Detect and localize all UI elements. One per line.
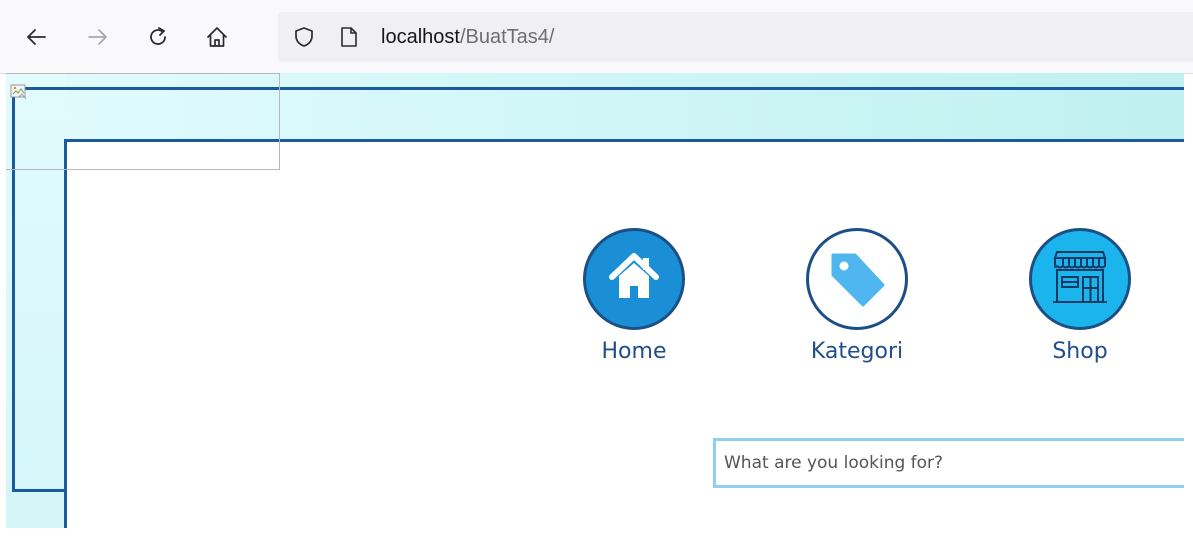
- nav-kategori-label[interactable]: Kategori: [811, 338, 903, 366]
- nav-kategori-circle[interactable]: [806, 228, 908, 330]
- nav-shop[interactable]: Shop: [1020, 228, 1140, 366]
- forward-arrow-icon[interactable]: [83, 22, 113, 52]
- url-path: /BuatTas4/: [459, 26, 555, 48]
- nav-kategori[interactable]: Kategori: [797, 228, 917, 366]
- reload-icon[interactable]: [143, 22, 173, 52]
- search-input[interactable]: [713, 438, 1184, 488]
- storefront-icon: [1047, 244, 1113, 314]
- nav-home[interactable]: Home: [574, 228, 694, 366]
- tag-icon: [821, 241, 893, 317]
- url-text[interactable]: localhost/BuatTas4/: [381, 22, 554, 52]
- home-icon[interactable]: [202, 22, 232, 52]
- nav-shop-label[interactable]: Shop: [1052, 338, 1107, 366]
- frame-line-outer-bottom: [12, 489, 66, 492]
- browser-toolbar: localhost/BuatTas4/: [0, 0, 1193, 74]
- house-icon: [606, 249, 662, 309]
- shield-icon[interactable]: [289, 22, 319, 52]
- nav-shop-circle[interactable]: [1029, 228, 1131, 330]
- broken-image-icon: [10, 83, 28, 105]
- nav-home-circle[interactable]: [583, 228, 685, 330]
- url-host: localhost: [381, 26, 460, 48]
- page-icon: [334, 22, 364, 52]
- broken-image-placeholder: [6, 73, 280, 170]
- frame-line-inner-left: [64, 139, 67, 528]
- back-arrow-icon[interactable]: [21, 22, 51, 52]
- nav-home-label[interactable]: Home: [602, 338, 667, 366]
